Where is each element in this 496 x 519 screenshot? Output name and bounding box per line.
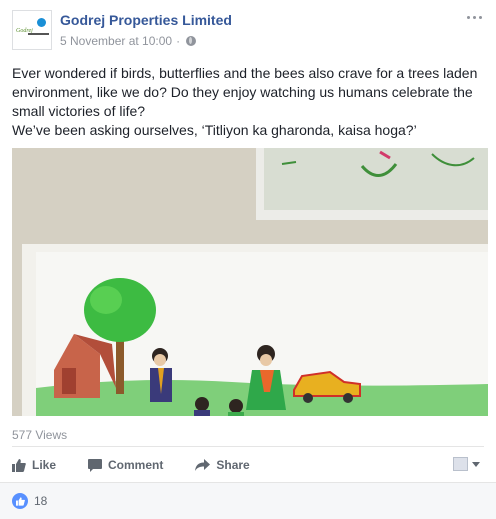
comment-bubble-icon — [88, 458, 103, 472]
reaction-count: 18 — [34, 494, 48, 508]
thumbs-up-icon — [15, 496, 25, 506]
post-timestamp[interactable]: 5 November at 10:00 — [60, 34, 172, 48]
post-text-paragraph: Ever wondered if birds, butterflies and … — [12, 65, 478, 119]
post-actions-bar: Like Comment Share — [12, 446, 484, 483]
like-label: Like — [32, 458, 57, 472]
video-thumbnail-image — [12, 148, 488, 416]
view-count: 577 Views — [12, 428, 68, 442]
video-player[interactable] — [12, 148, 488, 416]
share-button[interactable]: Share — [195, 458, 250, 472]
like-button[interactable]: Like — [12, 458, 56, 472]
logo-globe-icon — [37, 18, 46, 27]
share-label: Share — [216, 458, 250, 472]
meta-separator: · — [176, 34, 181, 48]
page-thumbnail-icon — [453, 457, 468, 471]
post-as-page-selector[interactable] — [453, 457, 480, 471]
more-options-button[interactable] — [464, 10, 484, 24]
comment-label: Comment — [108, 458, 164, 472]
reaction-summary[interactable]: 18 — [12, 493, 47, 509]
more-dot — [466, 15, 470, 19]
reactions-footer: 18 — [0, 482, 496, 519]
facebook-post-card: Godrej Godrej Properties Limited 5 Novem… — [0, 0, 496, 519]
post-text-paragraph: We’ve been asking ourselves, ‘Titliyon k… — [12, 122, 417, 138]
page-name-link[interactable]: Godrej Properties Limited — [60, 12, 232, 28]
more-dot — [472, 15, 476, 19]
thumbs-up-icon — [12, 458, 26, 472]
page-avatar[interactable]: Godrej — [12, 10, 52, 50]
chevron-down-icon — [472, 461, 480, 467]
comment-button[interactable]: Comment — [88, 458, 163, 472]
logo-underline — [28, 33, 49, 35]
post-meta: 5 November at 10:00 · — [60, 34, 197, 48]
share-arrow-icon — [195, 459, 211, 471]
globe-icon — [186, 36, 197, 46]
post-text: Ever wondered if birds, butterflies and … — [12, 64, 488, 140]
like-reaction-icon — [12, 493, 28, 509]
more-dot — [478, 15, 482, 19]
